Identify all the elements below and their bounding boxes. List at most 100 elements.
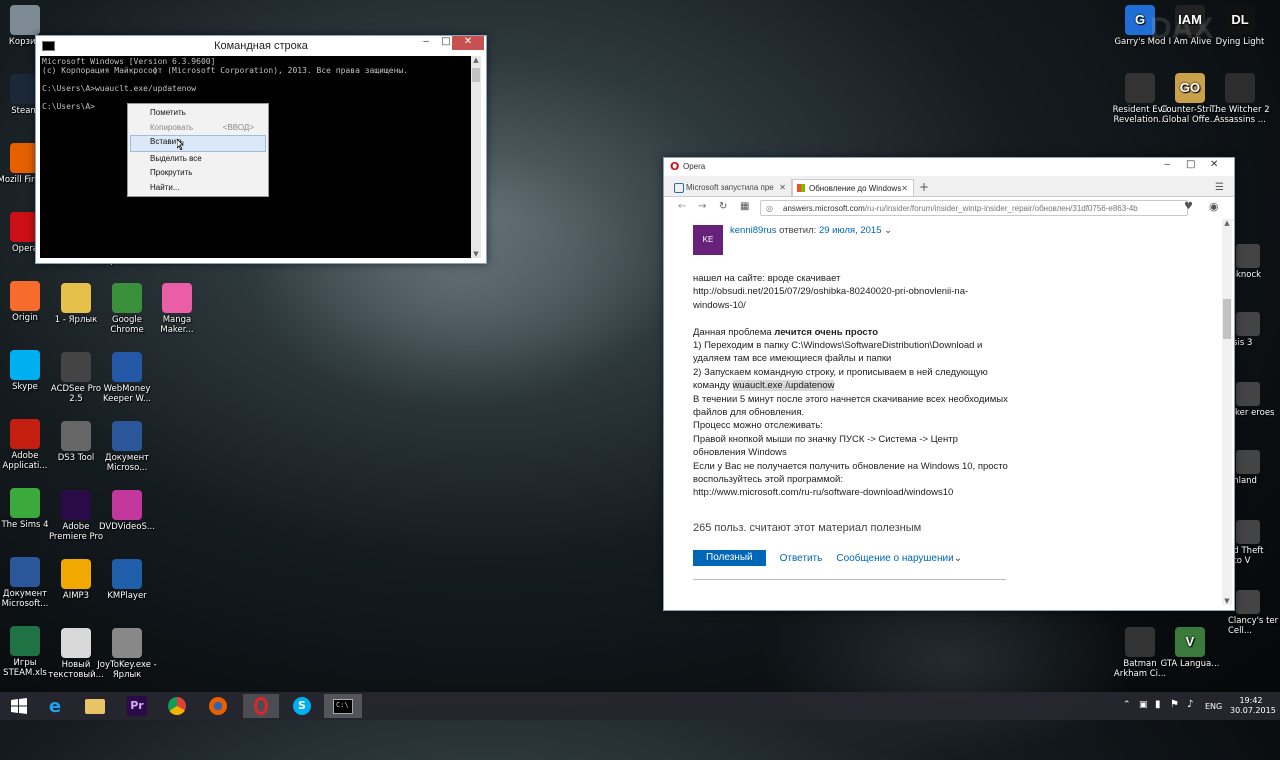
- desktop-icon-partial[interactable]: anland: [1228, 450, 1280, 486]
- tray-network-icon[interactable]: ▮: [1155, 699, 1161, 710]
- taskbar-skype[interactable]: S: [287, 694, 317, 718]
- post-link[interactable]: http://obsudi.net/2015/07/29/oshibka-802…: [693, 285, 993, 312]
- tray-volume-icon[interactable]: ♪: [1187, 699, 1193, 710]
- desktop-icon-partial[interactable]: ysis 3: [1228, 312, 1280, 348]
- page-scrollbar[interactable]: ▲ ▼: [1222, 219, 1232, 605]
- minimize-button[interactable]: ‒: [1164, 159, 1170, 170]
- menu-item-paste[interactable]: Вставить: [130, 135, 266, 152]
- post-paragraph: 2) Запускаем командную строку, и прописы…: [693, 366, 1013, 393]
- clock[interactable]: 19:42 30.07.2015: [1230, 696, 1276, 716]
- desktop-icon-label: k-knock: [1228, 270, 1262, 280]
- menu-item-select-all[interactable]: Выделить все: [128, 152, 268, 167]
- chevron-down-icon[interactable]: ⌄: [884, 225, 892, 236]
- page-favicon-icon: [674, 183, 684, 193]
- desktop-icon[interactable]: Документ Microso...: [95, 421, 159, 473]
- console-line: (c) Корпорация Майкрософт (Microsoft Cor…: [42, 66, 409, 75]
- scroll-thumb[interactable]: [1223, 299, 1231, 339]
- app-icon: [1236, 312, 1260, 336]
- desktop-icon[interactable]: DVDVideoS...: [95, 490, 159, 532]
- desktop-icon[interactable]: Manga Maker...: [145, 283, 209, 335]
- desktop-icon-partial[interactable]: nd Theft uto V: [1228, 520, 1280, 566]
- taskbar-opera[interactable]: [243, 694, 279, 718]
- desktop-icon[interactable]: JoyToKey.exe - Ярлык: [95, 628, 159, 680]
- tab-close-icon[interactable]: ✕: [901, 180, 908, 196]
- minimize-button[interactable]: ‒: [416, 36, 436, 50]
- close-button[interactable]: ✕: [452, 36, 484, 50]
- cmd-scrollbar[interactable]: ▲ ▼: [471, 56, 481, 258]
- forward-icon[interactable]: →: [698, 201, 706, 212]
- url-field[interactable]: ◎ answers.microsoft.com/ru-ru/insider/fo…: [760, 200, 1188, 216]
- desktop-icon[interactable]: WebMoney Keeper W...: [95, 352, 159, 404]
- tab-windows-update[interactable]: Обновление до Windows ✕: [792, 179, 914, 196]
- browser-titlebar[interactable]: O Opera ‒ □ ✕: [664, 158, 1234, 176]
- desktop-icon[interactable]: DL Dying Light: [1208, 5, 1272, 47]
- taskbar-chrome[interactable]: [162, 694, 192, 718]
- tray-chevron-icon[interactable]: ⌃: [1123, 700, 1131, 710]
- menu-item-label: Прокрутить: [150, 168, 193, 177]
- menu-item-label: Выделить все: [150, 153, 202, 163]
- context-menu: Пометить Копировать <ВВОД> Вставить Выдел…: [127, 103, 269, 197]
- desktop-icon-partial[interactable]: k-knock: [1228, 244, 1280, 280]
- console-line: C:\Users\А>wuauclt.exe/updatenow: [42, 84, 197, 93]
- skype-icon: S: [293, 697, 311, 715]
- watermark: DAX: [1150, 12, 1214, 45]
- desktop-icon[interactable]: KMPlayer: [95, 559, 159, 601]
- author-link[interactable]: kenni89rus: [730, 225, 776, 236]
- maximize-button[interactable]: □: [1186, 159, 1195, 170]
- language-indicator[interactable]: ENG: [1205, 702, 1222, 711]
- app-icon: [1236, 520, 1260, 544]
- scroll-up-icon[interactable]: ▲: [471, 56, 481, 64]
- reply-button[interactable]: Ответить: [780, 553, 823, 564]
- start-button[interactable]: [4, 694, 34, 718]
- reload-icon[interactable]: ↻: [719, 201, 727, 212]
- new-tab-button[interactable]: +: [914, 179, 934, 196]
- taskbar-explorer[interactable]: [80, 694, 110, 718]
- text-run: Данная проблема: [693, 326, 775, 338]
- scroll-up-icon[interactable]: ▲: [1222, 219, 1232, 227]
- desktop-icon-partial[interactable]: icker eroes: [1228, 382, 1280, 418]
- app-icon: [61, 628, 91, 658]
- desktop-icon[interactable]: The Witcher 2 Assassins ...: [1208, 73, 1272, 125]
- page-content[interactable]: KE kenni89rus ответил: 29 июля, 2015 ⌄ н…: [664, 219, 1222, 605]
- app-icon: V: [1175, 627, 1205, 657]
- scroll-thumb[interactable]: [472, 68, 480, 82]
- desktop-icon[interactable]: V GTA Langua...: [1158, 627, 1222, 669]
- taskbar-premiere[interactable]: Pr: [122, 694, 152, 718]
- tab-microsoft-news[interactable]: Microsoft запустила пре ✕: [670, 179, 792, 196]
- menu-item-scroll[interactable]: Прокрутить: [128, 166, 268, 181]
- tab-close-icon[interactable]: ✕: [779, 179, 786, 196]
- account-icon[interactable]: ◉: [1209, 200, 1219, 213]
- menu-item-copy[interactable]: Копировать <ВВОД>: [128, 121, 268, 136]
- post-link[interactable]: http://www.microsoft.com/ru-ru/software-…: [693, 486, 1013, 499]
- helpful-button[interactable]: Полезный: [693, 550, 766, 566]
- avatar: KE: [693, 225, 723, 255]
- report-button[interactable]: Сообщение о нарушении⌄: [836, 553, 962, 564]
- desktop-icon-label: DVDVideoS...: [99, 522, 155, 532]
- app-icon: [1236, 590, 1260, 614]
- desktop-icon-label: anland: [1228, 476, 1257, 486]
- browser-window[interactable]: O Opera ‒ □ ✕ Microsoft запустила пре ✕ О…: [663, 157, 1235, 611]
- taskbar-ie[interactable]: e: [40, 694, 70, 718]
- scroll-down-icon[interactable]: ▼: [471, 250, 481, 258]
- post-paragraph: 1) Переходим в папку C:\Windows\Software…: [693, 340, 983, 365]
- chrome-icon: [168, 697, 186, 715]
- tray-app-icon[interactable]: ▣: [1139, 700, 1148, 710]
- speed-dial-icon[interactable]: ▦: [740, 201, 749, 212]
- microsoft-logo-icon: [797, 184, 805, 192]
- close-button[interactable]: ✕: [1210, 159, 1218, 170]
- tray-flag-icon[interactable]: ⚑: [1170, 699, 1179, 710]
- back-icon[interactable]: ←: [678, 201, 686, 212]
- selected-command[interactable]: wuauclt.exe /updatenow: [732, 380, 835, 392]
- post-date[interactable]: 29 июля, 2015: [819, 225, 882, 236]
- bookmark-heart-icon[interactable]: ♥: [1184, 201, 1193, 212]
- menu-item-find[interactable]: Найти...: [128, 181, 268, 196]
- tab-menu-icon[interactable]: ☰: [1215, 179, 1224, 196]
- cmd-titlebar[interactable]: Командная строка ‒ □ ✕: [36, 36, 486, 56]
- desktop-icon-partial[interactable]: Clancy's ter Cell...: [1228, 590, 1280, 636]
- scroll-down-icon[interactable]: ▼: [1222, 597, 1232, 605]
- menu-item-mark[interactable]: Пометить: [128, 106, 268, 121]
- desktop-icon-label: Manga Maker...: [160, 315, 194, 335]
- taskbar-cmd[interactable]: C:\: [324, 694, 362, 718]
- taskbar-firefox[interactable]: [203, 694, 233, 718]
